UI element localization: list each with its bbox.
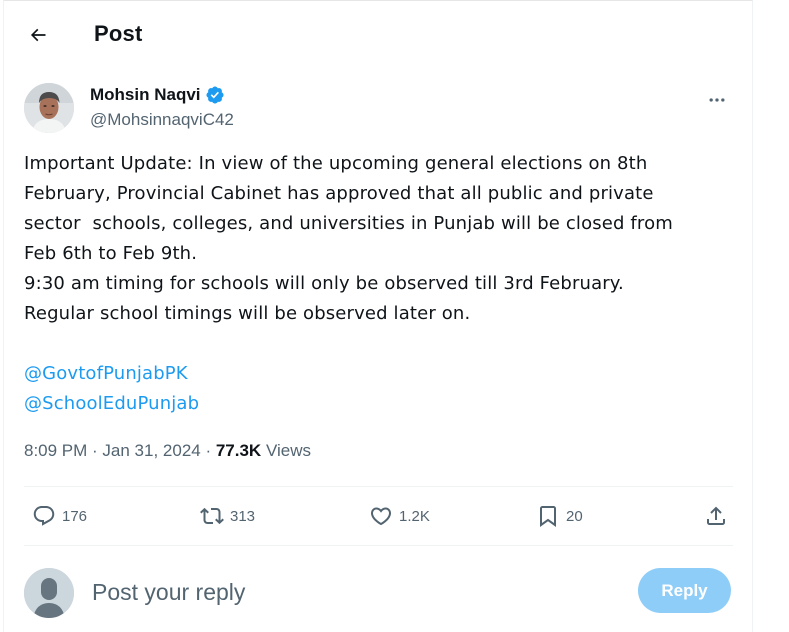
author-avatar[interactable] <box>24 83 74 133</box>
repost-count: 313 <box>230 507 256 525</box>
default-avatar-icon <box>24 568 74 618</box>
tweet-line: Important Update: In view of the upcomin… <box>24 153 648 174</box>
meta-separator: · <box>200 441 216 460</box>
views-label: Views <box>261 441 311 460</box>
author-handle[interactable]: @MohsinnaqviC42 <box>90 110 234 130</box>
bookmark-button[interactable]: 20 <box>536 487 583 545</box>
post-metadata: 8:09 PM · Jan 31, 2024 · 77.3K Views <box>24 441 311 461</box>
tweet-text: Important Update: In view of the upcomin… <box>24 149 734 419</box>
more-horizontal-icon <box>709 98 725 102</box>
repost-icon <box>200 507 224 525</box>
more-options-button[interactable] <box>700 83 734 117</box>
name-row: Mohsin Naqvi <box>90 85 225 105</box>
repost-button[interactable]: 313 <box>200 487 255 545</box>
post-column: Post Mohsin Naqvi @MohsinnaqviC42 Import… <box>3 0 753 632</box>
views-count: 77.3K <box>215 441 262 460</box>
action-bar: 176 313 1.2K 20 <box>24 487 734 545</box>
page-title: Post <box>94 21 143 46</box>
bookmark-count: 20 <box>566 507 583 525</box>
page-header: Post <box>4 1 752 69</box>
reply-button[interactable]: 176 <box>32 487 87 545</box>
like-count: 1.2K <box>399 507 430 525</box>
tweet-line: February, Provincial Cabinet has approve… <box>24 183 654 204</box>
tweet-line: 9:30 am timing for schools will only be … <box>24 273 624 294</box>
reply-submit-button[interactable]: Reply <box>638 568 731 613</box>
tweet-line: sector schools, colleges, and universiti… <box>24 213 673 234</box>
author-name[interactable]: Mohsin Naqvi <box>90 85 201 105</box>
tweet-line: Feb 6th to Feb 9th. <box>24 243 198 264</box>
meta-separator: · <box>87 441 103 460</box>
back-button[interactable] <box>22 19 54 51</box>
author-row: Mohsin Naqvi @MohsinnaqviC42 <box>24 81 734 137</box>
share-icon <box>707 506 725 525</box>
mention-link-govtofpunjabpk[interactable]: @GovtofPunjabPK <box>24 359 734 389</box>
verified-badge-icon <box>205 86 224 104</box>
tweet-line: Regular school timings will be observed … <box>24 303 471 324</box>
like-button[interactable]: 1.2K <box>369 487 430 545</box>
mention-link-schooledupunjab[interactable]: @SchoolEduPunjab <box>24 389 734 419</box>
reply-input[interactable] <box>92 574 612 610</box>
avatar-photo <box>24 83 74 133</box>
share-button[interactable] <box>704 487 728 545</box>
reply-count: 176 <box>62 507 88 525</box>
post-time[interactable]: 8:09 PM <box>24 441 87 461</box>
current-user-avatar[interactable] <box>24 568 74 618</box>
bookmark-icon <box>540 506 556 527</box>
post-date[interactable]: Jan 31, 2024 <box>102 441 200 461</box>
heart-icon <box>370 507 392 526</box>
arrow-left-icon <box>30 28 46 42</box>
reply-composer: Reply <box>4 546 752 632</box>
comment-icon <box>33 506 55 526</box>
